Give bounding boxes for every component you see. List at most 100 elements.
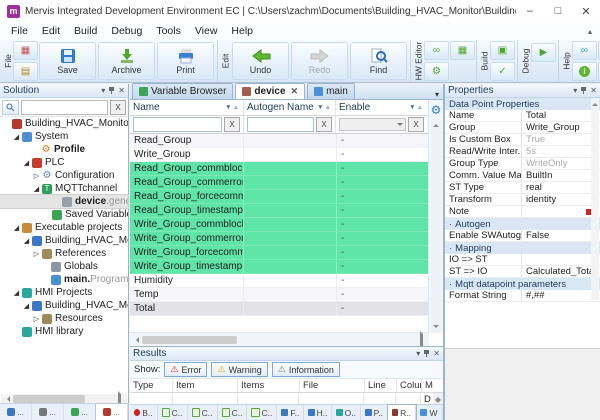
help-view-button[interactable]: ∞ bbox=[572, 41, 597, 60]
tree-item-device[interactable]: device.gener bbox=[0, 195, 128, 208]
tree-item-hmi-library[interactable]: HMI library bbox=[0, 325, 128, 338]
dock-tab-results[interactable]: R.. bbox=[388, 405, 416, 420]
sort-asc-icon[interactable]: ▲ bbox=[417, 104, 424, 111]
maximize-button[interactable]: □ bbox=[544, 1, 572, 22]
property-row[interactable]: GroupWrite_Group bbox=[445, 122, 600, 134]
property-row[interactable]: ST Typereal bbox=[445, 182, 600, 194]
undo-button[interactable]: Undo bbox=[232, 42, 289, 80]
tree-item-hmi-project[interactable]: ◢Building_HVAC_Moni bbox=[0, 299, 128, 312]
col-items[interactable]: Items bbox=[238, 379, 300, 392]
tree-item-resources[interactable]: ▷Resources bbox=[0, 312, 128, 325]
panel-menu-icon[interactable]: ▾ bbox=[101, 86, 105, 95]
property-row[interactable]: Transformidentity bbox=[445, 194, 600, 206]
menu-edit[interactable]: Edit bbox=[35, 24, 67, 38]
property-row[interactable]: Format String#,## bbox=[445, 290, 600, 302]
debug-run-button[interactable]: ▶ bbox=[531, 43, 556, 62]
dock-tab-c2[interactable]: C.. bbox=[188, 405, 218, 420]
tab-variable-browser[interactable]: Variable Browser bbox=[132, 83, 233, 99]
grid-vertical-scrollbar[interactable] bbox=[431, 119, 441, 333]
column-header-enable[interactable]: Enable▼▲ bbox=[335, 100, 427, 115]
close-button[interactable]: ✕ bbox=[572, 1, 600, 22]
panel-menu-icon[interactable]: ▾ bbox=[573, 86, 577, 95]
section-data-point-properties[interactable]: Data Point Properties- bbox=[445, 98, 600, 110]
tree-item-references[interactable]: ▷References bbox=[0, 247, 128, 260]
dock-tab-find[interactable]: F.. bbox=[277, 405, 304, 420]
tree-item-executable-projects[interactable]: ◢Executable projects bbox=[0, 221, 128, 234]
left-dock-tab-3[interactable]: ... bbox=[64, 404, 96, 420]
menu-build[interactable]: Build bbox=[67, 24, 104, 38]
table-row[interactable]: Write_Group_timestamp- bbox=[130, 260, 443, 274]
section-autogen[interactable]: ·Autogen- bbox=[445, 218, 600, 230]
sort-asc-icon[interactable]: ▲ bbox=[233, 104, 240, 111]
property-row[interactable]: Is Custom BoxTrue bbox=[445, 134, 600, 146]
expander-icon[interactable]: ◢ bbox=[12, 133, 21, 141]
table-row[interactable]: Read_Group_forcecomm- bbox=[130, 190, 443, 204]
table-row[interactable]: Read_Group_timestamp- bbox=[130, 204, 443, 218]
collapse-ribbon-icon[interactable]: ▴ bbox=[588, 27, 592, 36]
tree-item-mqttchannel[interactable]: ◢TMQTTchannel bbox=[0, 182, 128, 195]
dock-tab-c1[interactable]: C.. bbox=[158, 405, 188, 420]
warning-filter-toggle[interactable]: ⚠Warning bbox=[211, 362, 267, 377]
col-item[interactable]: Item bbox=[173, 379, 238, 392]
property-row[interactable]: Comm. Value Ma...BuiltIn bbox=[445, 170, 600, 182]
pin-icon[interactable] bbox=[108, 86, 115, 95]
table-row[interactable]: Write_Group- bbox=[130, 148, 443, 162]
table-row[interactable]: Read_Group_commblock- bbox=[130, 162, 443, 176]
panel-close-icon[interactable]: ✕ bbox=[433, 349, 440, 358]
hw-tools-button[interactable]: ⚙ bbox=[424, 62, 449, 81]
sort-asc-icon[interactable]: ▲ bbox=[325, 104, 332, 111]
scroll-left-icon[interactable] bbox=[4, 396, 10, 402]
scrollbar-thumb[interactable] bbox=[142, 336, 237, 344]
expander-icon[interactable]: ◢ bbox=[22, 302, 31, 310]
section-mqtt-parameters[interactable]: ·Mqtt datapoint parameters- bbox=[445, 278, 600, 290]
sort-desc-icon[interactable]: ▼ bbox=[409, 104, 416, 111]
dock-tab-history[interactable]: H.. bbox=[304, 405, 332, 420]
properties-scrollbar[interactable] bbox=[591, 98, 599, 300]
tab-device[interactable]: device✕ bbox=[235, 83, 305, 99]
panel-menu-icon[interactable]: ▾ bbox=[416, 349, 420, 358]
expander-icon[interactable]: ◢ bbox=[22, 237, 31, 245]
dock-tab-plc-ops[interactable]: P.. bbox=[361, 405, 388, 420]
tree-item-globals[interactable]: Globals bbox=[0, 260, 128, 273]
expander-icon[interactable]: ▷ bbox=[32, 250, 41, 258]
property-row[interactable]: ST => IOCalculated_Total bbox=[445, 266, 600, 278]
left-dock-tab-1[interactable]: ... bbox=[0, 404, 32, 420]
expander-icon[interactable]: ▷ bbox=[32, 172, 41, 180]
panel-close-icon[interactable]: ✕ bbox=[590, 86, 597, 95]
property-row-note[interactable]: Note bbox=[445, 206, 600, 218]
search-button[interactable] bbox=[2, 100, 19, 115]
pin-icon[interactable] bbox=[423, 349, 430, 358]
property-row[interactable]: NameTotal bbox=[445, 110, 600, 122]
dock-tab-c3[interactable]: C.. bbox=[218, 405, 248, 420]
dock-tab-output[interactable]: O.. bbox=[332, 405, 360, 420]
solution-search-clear-button[interactable]: X bbox=[110, 100, 126, 115]
tree-item-main-program[interactable]: main.Program.fb bbox=[0, 273, 128, 286]
close-tab-icon[interactable]: ✕ bbox=[291, 86, 299, 97]
sort-desc-icon[interactable]: ▼ bbox=[317, 104, 324, 111]
col-column[interactable]: Colum bbox=[397, 379, 422, 392]
property-row[interactable]: Read/Write Inter...5s bbox=[445, 146, 600, 158]
tab-overflow-icon[interactable]: ▾ bbox=[435, 90, 439, 99]
menu-view[interactable]: View bbox=[188, 24, 225, 38]
information-filter-toggle[interactable]: ⚠Information bbox=[272, 362, 340, 377]
table-row[interactable]: Humidity- bbox=[130, 274, 443, 288]
left-dock-tab-2[interactable]: ... bbox=[32, 404, 64, 420]
tree-item-exe-project[interactable]: ◢Building_HVAC_Moni bbox=[0, 234, 128, 247]
open-solution-button[interactable]: ▤ bbox=[13, 62, 38, 81]
dock-tab-c4[interactable]: C.. bbox=[247, 405, 277, 420]
expander-icon[interactable]: ▷ bbox=[32, 315, 41, 323]
menu-tools[interactable]: Tools bbox=[149, 24, 188, 38]
enable-filter-clear-button[interactable]: X bbox=[408, 117, 424, 132]
gear-icon[interactable]: ⚙ bbox=[431, 103, 442, 117]
dock-tab-breakpoints[interactable]: B.. bbox=[130, 405, 158, 420]
scroll-up-icon[interactable] bbox=[433, 121, 439, 127]
expander-icon[interactable]: ◢ bbox=[22, 159, 31, 167]
grid-horizontal-scrollbar[interactable] bbox=[130, 332, 429, 346]
name-filter-input[interactable] bbox=[133, 117, 222, 132]
minimize-button[interactable]: – bbox=[516, 1, 544, 22]
property-row[interactable]: Enable SWAutogenFalse bbox=[445, 230, 600, 242]
autogen-filter-input[interactable] bbox=[247, 117, 314, 132]
scrollbar-thumb[interactable] bbox=[13, 395, 85, 403]
tree-item-system[interactable]: ◢System bbox=[0, 130, 128, 143]
property-row[interactable]: IO => ST bbox=[445, 254, 600, 266]
